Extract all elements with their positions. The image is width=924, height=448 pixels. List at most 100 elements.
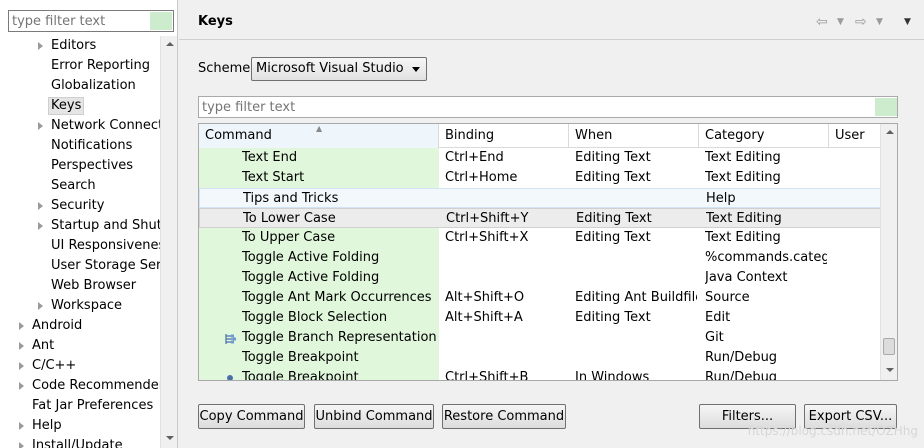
tree-item[interactable]: Notifications [0,136,160,156]
table-row[interactable]: Toggle Breakpoint Ctrl+Shift+B In Windows R… [199,368,881,380]
tree-item[interactable]: Perspectives [0,156,160,176]
tree-item[interactable]: Globalization [0,76,160,96]
tree-filter-field[interactable] [8,10,174,32]
back-dropdown-icon[interactable]: ▼ [837,17,844,27]
table-row[interactable]: To Upper Case Ctrl+Shift+X Editing Text Tex… [199,228,881,248]
cell-category: Run/Debug [705,350,778,365]
tree-item-label: Workspace [51,298,123,313]
tree-item[interactable]: Help [0,416,160,436]
column-label: User [835,128,865,143]
tree-item-label: Error Reporting [51,58,151,73]
tree-filter-input[interactable] [9,11,149,31]
cell-when: Editing Text [575,310,651,325]
expand-arrow-icon[interactable] [19,362,24,370]
cell-category: Source [705,290,750,305]
tree-item[interactable]: C/C++ [0,356,160,376]
expand-arrow-icon[interactable] [38,302,43,310]
table-row[interactable]: Text Start Ctrl+Home Editing Text Text Edit… [199,168,881,188]
scroll-up-icon[interactable] [881,124,897,141]
cell-when [576,189,698,209]
column-header-binding[interactable]: Binding [439,124,569,148]
tree-item[interactable]: Install/Update [0,436,160,448]
unbind-command-button[interactable]: Unbind Command [314,404,434,429]
tree-item-label: Globalization [51,78,136,93]
copy-command-button[interactable]: Copy Command [198,404,305,429]
cell-user [835,168,879,188]
expand-arrow-icon[interactable] [38,122,43,130]
column-header-when[interactable]: When [569,124,699,148]
table-row[interactable]: Toggle Block Selection Alt+Shift+A Editing… [199,308,881,328]
tree-item[interactable]: User Storage Serv [0,256,160,276]
column-header-user[interactable]: User [829,124,881,148]
scroll-down-icon[interactable] [881,362,897,379]
table-row[interactable]: Toggle Ant Mark Occurrences Alt+Shift+O Ed… [199,288,881,308]
expand-arrow-icon[interactable] [19,422,24,430]
tree-item[interactable]: Security [0,196,160,216]
forward-arrow-icon[interactable]: ⇨ [855,14,867,30]
watermark: https://blog.csdn.net/OZHhg [747,424,918,438]
tree-item[interactable]: Editors [0,36,160,56]
scroll-down-icon[interactable] [161,430,178,447]
cell-command: Toggle Breakpoint [242,350,359,365]
scroll-up-icon[interactable] [161,36,178,53]
column-header-category[interactable]: Category [699,124,829,148]
cell-command: Toggle Ant Mark Occurrences [242,290,432,305]
expand-arrow-icon[interactable] [38,222,43,230]
tree-item[interactable]: Ant [0,336,160,356]
table-row[interactable]: Toggle Breakpoint Run/Debug [199,348,881,368]
cell-user [836,189,880,209]
column-header-command[interactable]: Command ▲ [199,124,439,148]
cell-category: %commands.categ… [705,250,827,265]
tree-item-label: Web Browser [51,278,137,293]
restore-command-button[interactable]: Restore Command [442,404,566,429]
tree-item[interactable]: Android [0,316,160,336]
table-row[interactable]: Toggle Branch Representation Git [199,328,881,348]
table-row[interactable]: Text End Ctrl+End Editing Text Text Editing [199,148,881,168]
forward-dropdown-icon[interactable]: ▼ [876,17,883,27]
tree-item[interactable]: Error Reporting [0,56,160,76]
tree-item[interactable]: Search [0,176,160,196]
expand-arrow-icon[interactable] [19,322,24,330]
cell-command: Toggle Block Selection [242,310,388,325]
table-row[interactable]: Toggle Active Folding Java Context [199,268,881,288]
preferences-tree: Editors Error Reporting Globalization Keys N… [0,36,160,448]
scroll-thumb[interactable] [883,338,895,355]
tree-item[interactable]: Startup and Shutdo [0,216,160,236]
cell-binding: Ctrl+Home [445,170,518,185]
tree-item[interactable]: Fat Jar Preferences [0,396,160,416]
tree-item[interactable]: Network Connectio [0,116,160,136]
tree-item[interactable]: Code Recommenders [0,376,160,396]
clear-filter-icon[interactable] [150,12,172,30]
expand-arrow-icon[interactable] [19,382,24,390]
tree-item[interactable]: Web Browser [0,276,160,296]
keys-preference-page: Keys ⇦ ▼ ⇨ ▼ ▼ Scheme: Microsoft Visual … [179,0,924,448]
expand-arrow-icon[interactable] [19,342,24,350]
tree-item[interactable]: UI Responsivenes [0,236,160,256]
tree-item-label: UI Responsivenes [51,238,160,253]
cell-command: Tips and Tricks [243,191,339,206]
tree-item[interactable]: Keys [0,96,160,116]
command-filter-input[interactable] [199,97,849,117]
table-row[interactable]: Toggle Active Folding %commands.categ… [199,248,881,268]
table-row[interactable]: Tips and Tricks Help [199,188,881,208]
command-filter-field[interactable] [198,96,898,118]
expand-arrow-icon[interactable] [38,202,43,210]
page-title: Keys [198,14,233,29]
cell-command: Text End [242,150,298,165]
cell-binding [445,268,567,288]
scheme-select[interactable]: Microsoft Visual Studio [251,57,427,81]
tree-scrollbar[interactable] [160,36,177,448]
cell-command: Toggle Breakpoint [242,370,359,380]
expand-arrow-icon[interactable] [19,442,24,448]
clear-filter-icon[interactable] [875,98,897,116]
view-menu-icon[interactable]: ▼ [904,17,911,27]
tree-item[interactable]: Workspace [0,296,160,316]
tree-item-label: Keys [48,97,85,115]
cell-when: Editing Text [575,150,651,165]
cell-category: Run/Debug [705,370,778,380]
table-row[interactable]: To Lower Case Ctrl+Shift+Y Editing Text Tex… [199,208,881,228]
expand-arrow-icon[interactable] [38,42,43,50]
cell-command: Toggle Active Folding [242,270,380,285]
table-scrollbar[interactable] [880,124,897,380]
back-arrow-icon[interactable]: ⇦ [816,14,828,30]
